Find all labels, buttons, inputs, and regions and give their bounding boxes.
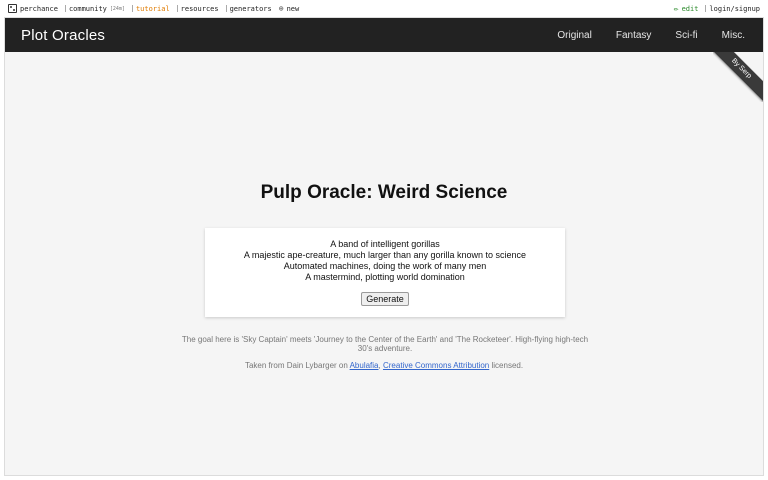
- edit-link[interactable]: ✏ edit: [673, 3, 699, 13]
- plus-circle-icon: ⊕: [278, 3, 284, 13]
- result-line: Automated machines, doing the work of ma…: [283, 261, 487, 271]
- credit-text: Taken from Dain Lybarger on Abulafia, Cr…: [5, 361, 763, 370]
- perchance-label: perchance: [20, 4, 58, 13]
- description-text: The goal here is 'Sky Captain' meets 'Jo…: [181, 335, 589, 353]
- credit-suffix: licensed.: [491, 361, 524, 370]
- brand-title[interactable]: Plot Oracles: [21, 27, 105, 44]
- result-line: A mastermind, plotting world domination: [305, 272, 465, 282]
- page-title: Pulp Oracle: Weird Science: [260, 182, 508, 203]
- login-label: login/signup: [709, 4, 760, 13]
- community-label: community: [68, 4, 107, 13]
- corner-ribbon: By Serp: [713, 52, 763, 102]
- abulafia-link[interactable]: Abulafia: [350, 361, 379, 370]
- credit-separator: ,: [378, 361, 381, 370]
- nav-link-fantasy[interactable]: Fantasy: [604, 18, 664, 52]
- generators-link[interactable]: generators: [225, 4, 272, 13]
- book-icon: [131, 5, 133, 12]
- nav-link-sci-fi[interactable]: Sci-fi: [663, 18, 709, 52]
- license-link[interactable]: Creative Commons Attribution: [383, 361, 489, 370]
- die-icon: [8, 4, 17, 13]
- new-label: new: [286, 4, 300, 13]
- credit-prefix: Taken from Dain Lybarger on: [244, 361, 348, 370]
- result-line: A majestic ape-creature, much larger tha…: [243, 250, 527, 260]
- chat-icon: [64, 5, 66, 12]
- list-icon: [225, 5, 227, 12]
- generator-frame: Plot Oracles Original Fantasy Sci-fi Mis…: [4, 17, 764, 476]
- new-generator-link[interactable]: ⊕ new: [278, 3, 300, 13]
- folder-icon: [176, 5, 178, 12]
- edit-label: edit: [681, 4, 699, 13]
- resources-label: resources: [180, 4, 219, 13]
- topbar-right: ✏ edit login/signup: [673, 3, 760, 13]
- perchance-home-link[interactable]: perchance: [8, 4, 58, 13]
- ribbon-label[interactable]: By Serp: [713, 52, 763, 102]
- nav-links: Original Fantasy Sci-fi Misc.: [545, 18, 747, 52]
- generate-button[interactable]: Generate: [361, 292, 409, 306]
- pencil-icon: ✏: [673, 3, 679, 13]
- generators-label: generators: [229, 4, 272, 13]
- result-line: A band of intelligent gorillas: [330, 239, 440, 249]
- user-icon: [705, 5, 707, 12]
- nav-link-original[interactable]: Original: [545, 18, 603, 52]
- tutorial-label: tutorial: [135, 4, 170, 13]
- topbar-left: perchance community [24m] tutorial resou…: [8, 4, 299, 13]
- result-card: A band of intelligent gorillas A majesti…: [205, 228, 565, 317]
- perchance-topbar: perchance community [24m] tutorial resou…: [0, 0, 768, 17]
- resources-link[interactable]: resources: [176, 4, 219, 13]
- community-link[interactable]: community [24m]: [64, 4, 125, 13]
- login-link[interactable]: login/signup: [705, 5, 760, 13]
- nav-link-misc[interactable]: Misc.: [710, 18, 747, 52]
- navbar: Plot Oracles Original Fantasy Sci-fi Mis…: [5, 18, 763, 52]
- community-count: [24m]: [109, 5, 125, 12]
- tutorial-link[interactable]: tutorial: [131, 4, 170, 13]
